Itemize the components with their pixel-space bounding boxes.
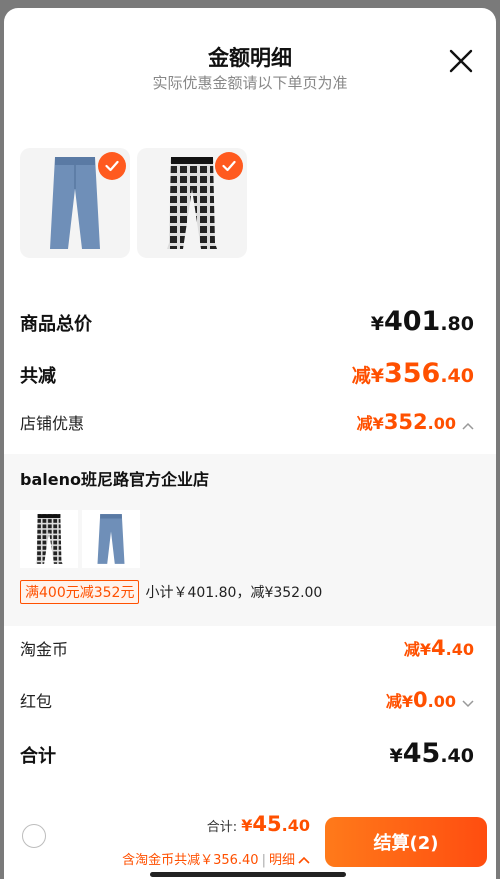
footer-total-label: 合计: xyxy=(206,820,242,835)
store-subtotal: 小计￥401.80，减¥352.00 xyxy=(145,585,323,601)
sum-row: 合计 ¥45.40 xyxy=(20,738,474,769)
check-icon[interactable] xyxy=(98,152,126,180)
redpack-label: 红包 xyxy=(20,692,53,711)
footer-total: 合计: ¥45.40 xyxy=(207,812,310,836)
detail-link[interactable]: 明细 xyxy=(269,853,295,868)
sum-label: 合计 xyxy=(20,746,56,767)
store-name: baleno班尼路官方企业店 xyxy=(20,470,209,489)
check-icon[interactable] xyxy=(215,152,243,180)
select-all-radio[interactable] xyxy=(22,824,46,848)
goods-total-amount: ¥401.80 xyxy=(370,306,474,337)
store-discount-row[interactable]: 店铺优惠 减¥352.00 xyxy=(20,410,474,434)
store-product-thumbs xyxy=(20,510,140,568)
sheet-title: 金额明细 xyxy=(208,46,292,70)
total-reduce-amount: 减¥356.40 xyxy=(351,358,474,389)
product-thumb-plaid-pants[interactable] xyxy=(137,148,247,258)
redpack-amount: 减¥0.00 xyxy=(386,688,474,712)
store-thumb-plaid-pants xyxy=(20,510,78,568)
footer-reduce-note: 含淘金币共减￥356.40 xyxy=(122,853,259,868)
coin-label: 淘金币 xyxy=(20,640,69,659)
store-discount-amount: 减¥352.00 xyxy=(357,410,474,434)
store-thumb-jeans xyxy=(82,510,140,568)
sum-amount: ¥45.40 xyxy=(389,738,474,769)
store-discount-panel: baleno班尼路官方企业店 满400元减352元 小计￥401.80，减¥35… xyxy=(4,454,496,626)
coin-amount: 减¥4.40 xyxy=(403,636,474,660)
total-reduce-row: 共减 减¥356.40 xyxy=(20,358,474,389)
redpack-row[interactable]: 红包 减¥0.00 xyxy=(20,688,474,712)
product-thumb-jeans[interactable] xyxy=(20,148,130,258)
goods-total-label: 商品总价 xyxy=(20,314,92,335)
sheet-subtitle: 实际优惠金额请以下单页为准 xyxy=(152,74,348,92)
close-icon[interactable] xyxy=(448,48,474,74)
promo-tag: 满400元减352元 xyxy=(20,580,140,604)
home-indicator xyxy=(150,872,346,877)
goods-total-row: 商品总价 ¥401.80 xyxy=(20,306,474,337)
product-thumbnails xyxy=(20,148,247,258)
chevron-down-icon[interactable] xyxy=(462,693,474,712)
chevron-up-icon[interactable] xyxy=(462,415,474,434)
coin-row: 淘金币 减¥4.40 xyxy=(20,636,474,660)
total-reduce-label: 共减 xyxy=(20,366,56,387)
checkout-button[interactable]: 结算(2) xyxy=(325,817,487,867)
footer-total-amount: ¥45.40 xyxy=(241,812,310,836)
amount-detail-sheet: 金额明细 实际优惠金额请以下单页为准 商品总价 ¥401.80 共减 减¥356… xyxy=(4,8,496,879)
chevron-up-icon[interactable] xyxy=(298,856,310,864)
promo-line: 满400元减352元 小计￥401.80，减¥352.00 xyxy=(20,580,322,604)
footer-note: 含淘金币共减￥356.40 | 明细 xyxy=(122,849,310,868)
store-discount-label: 店铺优惠 xyxy=(20,414,85,433)
